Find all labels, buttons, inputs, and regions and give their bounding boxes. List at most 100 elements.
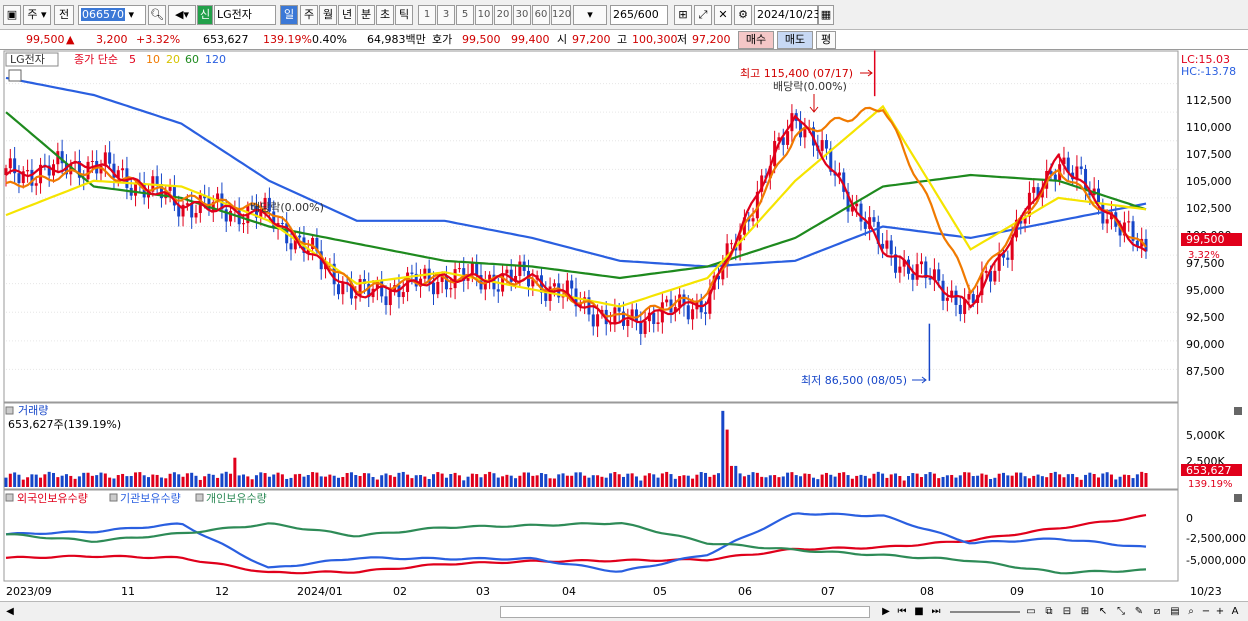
volume-bar <box>665 471 669 487</box>
volume-bar <box>52 472 55 487</box>
volume-bar <box>682 475 686 487</box>
volume-bar <box>1144 473 1148 487</box>
change-percent: +3.32% <box>136 33 181 46</box>
interval-dropdown[interactable]: ▾ <box>573 5 607 25</box>
x-tick: 2024/01 <box>297 585 343 598</box>
y-tick: 112,500 <box>1186 94 1232 107</box>
calendar-icon[interactable]: ▦ <box>818 5 834 25</box>
ask-label: 호가 <box>432 33 453 46</box>
quote-bar: 99,500 ▲ 3,200 +3.32% 653,627 139.19% 0.… <box>0 30 1248 50</box>
volume-close-icon[interactable] <box>1234 407 1242 415</box>
volume-bar <box>492 473 496 487</box>
window-icon[interactable]: ▣ <box>3 5 21 25</box>
volume-bar <box>254 475 258 487</box>
period-week[interactable]: 주 <box>300 5 318 25</box>
stop-icon[interactable]: ■ <box>912 605 926 619</box>
period-tick[interactable]: 틱 <box>395 5 413 25</box>
zoom-icon[interactable]: ⌕ <box>1184 605 1198 619</box>
scroll-left-icon[interactable]: ◀ <box>4 605 16 619</box>
volume-bar <box>777 477 781 487</box>
candle-body <box>958 304 962 315</box>
period-type-select[interactable]: 주 ▾ <box>23 5 51 25</box>
interval-20[interactable]: 20 <box>494 5 512 25</box>
volume-bar <box>600 476 604 487</box>
volume-bar <box>1140 471 1144 487</box>
stock-name-field[interactable]: LG전자 <box>214 5 276 25</box>
volume-bar <box>842 472 846 487</box>
chart-area[interactable]: LG전자 종가 단순 5 10 20 60 120 LC:15.03 HC:-1… <box>0 50 1248 601</box>
prev-button[interactable]: 전 <box>54 5 74 25</box>
interval-3[interactable]: 3 <box>437 5 455 25</box>
period-second[interactable]: 초 <box>376 5 394 25</box>
volume-bar <box>596 475 600 487</box>
split-icon[interactable]: ⊟ <box>1060 605 1074 619</box>
chart-svg[interactable]: LG전자 종가 단순 5 10 20 60 120 LC:15.03 HC:-1… <box>0 50 1248 601</box>
volume-bar <box>103 473 107 487</box>
interval-60[interactable]: 60 <box>532 5 550 25</box>
candle-body <box>26 170 30 172</box>
volume-bar <box>444 477 448 487</box>
text-tool-icon[interactable]: A <box>1228 605 1242 619</box>
bottom-scrollbar[interactable]: ◀ ▶ ⏮ ■ ⏭ ▭ ⧉ ⊟ ⊞ ↖ ⤡ ✎ ⧄ ▤ ⌕ − + A <box>0 601 1248 621</box>
pattern-icon[interactable]: ⧄ <box>1150 605 1164 619</box>
candle-body <box>103 152 107 166</box>
volume-bar <box>639 480 643 487</box>
volume-bar <box>509 475 513 487</box>
zoom-slider[interactable] <box>950 611 1020 613</box>
period-year[interactable]: 년 <box>338 5 356 25</box>
volume-bar <box>812 477 815 487</box>
volume-bar <box>1122 474 1126 487</box>
volume-bar <box>64 474 68 487</box>
compare-icon[interactable]: ⤢ <box>694 5 712 25</box>
date-field[interactable]: 2024/10/23 <box>754 5 820 25</box>
new-badge[interactable]: 신 <box>197 5 213 25</box>
stock-code-input[interactable]: 066570 ▾ <box>78 5 146 25</box>
draw-icon[interactable]: ⤡ <box>1114 605 1128 619</box>
cursor-icon[interactable]: ↖ <box>1096 605 1110 619</box>
volume-bar <box>902 480 906 487</box>
first-icon[interactable]: ⏮ <box>895 605 909 619</box>
volume-collapse-icon[interactable] <box>5 406 14 415</box>
scroll-thumb[interactable] <box>500 606 870 618</box>
zoom-out-icon[interactable]: − <box>1200 605 1212 619</box>
table-toggle-icon[interactable] <box>8 69 22 82</box>
interval-30[interactable]: 30 <box>513 5 531 25</box>
search-icon[interactable]: 🔍︎ <box>148 5 166 25</box>
interval-120[interactable]: 120 <box>551 5 571 25</box>
resize-icon[interactable]: ✕ <box>714 5 732 25</box>
volume-bar <box>647 473 651 487</box>
volume-bar <box>816 479 820 487</box>
interval-1[interactable]: 1 <box>418 5 436 25</box>
eraser-icon[interactable]: ✎ <box>1132 605 1146 619</box>
layout-icon[interactable]: ▭ <box>1024 605 1038 619</box>
last-icon[interactable]: ⏭ <box>929 605 943 619</box>
sound-icon[interactable]: ◀▾ <box>168 5 196 25</box>
copy-icon[interactable]: ⧉ <box>1042 605 1056 619</box>
candle-body <box>108 152 112 164</box>
trade-amount: 64,983백만 <box>367 33 426 46</box>
candle-body <box>1127 221 1131 223</box>
holding-collapse-icon[interactable] <box>5 493 14 502</box>
period-minute[interactable]: 분 <box>357 5 375 25</box>
volume-bar <box>21 479 25 487</box>
grid-icon[interactable]: ⊞ <box>1078 605 1092 619</box>
period-month[interactable]: 월 <box>319 5 337 25</box>
volume-bar <box>501 476 505 487</box>
period-day[interactable]: 일 <box>280 5 298 25</box>
interval-10[interactable]: 10 <box>475 5 493 25</box>
holding-close-icon[interactable] <box>1234 494 1242 502</box>
crosshair-icon[interactable]: ⊞ <box>674 5 692 25</box>
ma-title: 종가 단순 <box>74 53 118 66</box>
gear-icon[interactable]: ⚙ <box>734 5 752 25</box>
eval-button[interactable]: 평 <box>816 31 836 49</box>
volume-bar <box>1066 474 1070 487</box>
save-icon[interactable]: ▤ <box>1168 605 1182 619</box>
scroll-right-icon[interactable]: ▶ <box>880 605 892 619</box>
volume-bar <box>578 472 582 487</box>
zoom-in-icon[interactable]: + <box>1214 605 1226 619</box>
count-field[interactable]: 265/600 <box>610 5 668 25</box>
interval-5[interactable]: 5 <box>456 5 474 25</box>
buy-button[interactable]: 매수 <box>738 31 774 49</box>
sell-button[interactable]: 매도 <box>777 31 813 49</box>
volume-bar <box>488 471 492 487</box>
